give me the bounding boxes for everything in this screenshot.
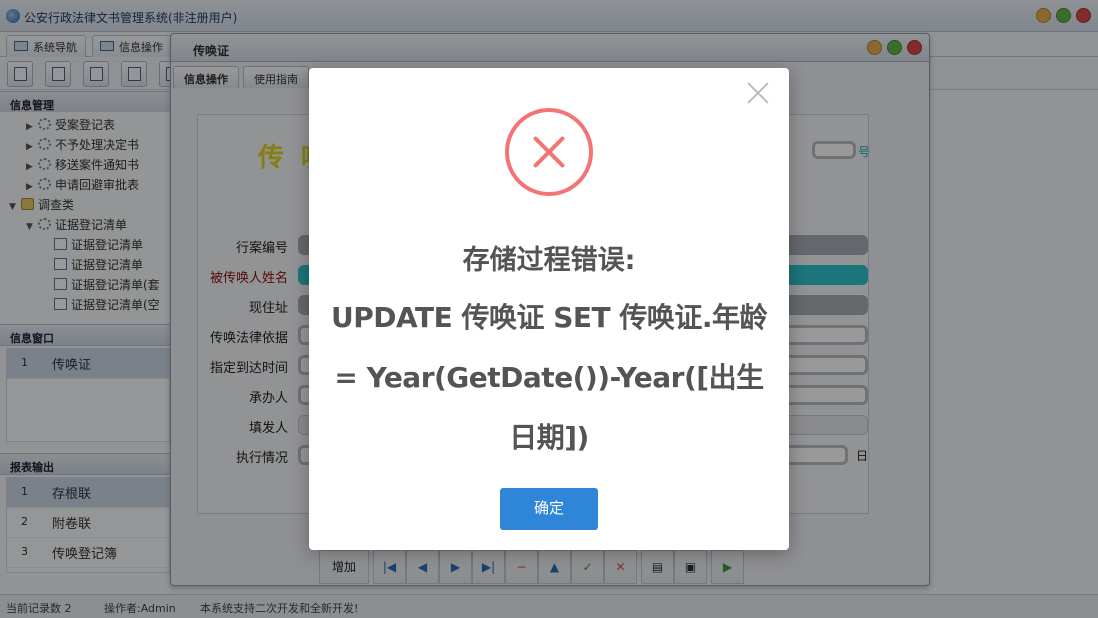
error-dialog: 存储过程错误: UPDATE 传唤证 SET 传唤证.年龄 = Year(Get…	[309, 68, 789, 550]
error-x-icon	[505, 108, 593, 196]
ok-button[interactable]: 确定	[500, 488, 598, 530]
dialog-title: 存储过程错误:	[462, 245, 636, 276]
close-icon[interactable]	[743, 78, 773, 108]
dialog-message: UPDATE 传唤证 SET 传唤证.年龄 = Year(GetDate())-…	[331, 301, 768, 454]
